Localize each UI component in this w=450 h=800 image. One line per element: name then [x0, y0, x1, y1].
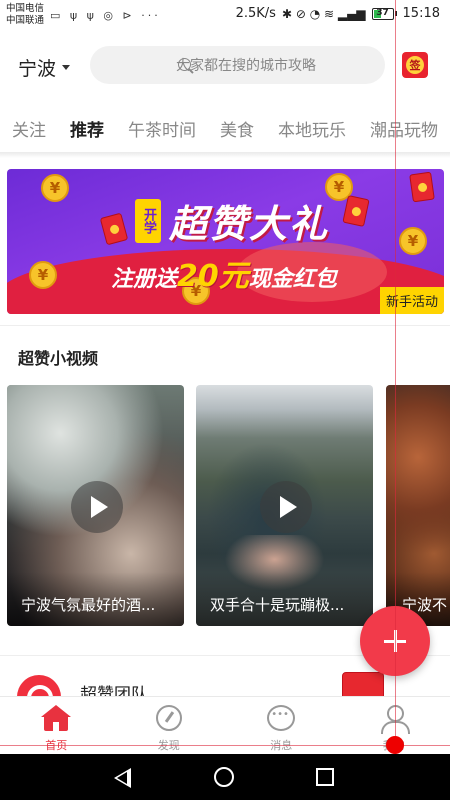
play-icon	[260, 481, 312, 533]
red-envelope-icon	[342, 195, 370, 227]
tab-afternoon-tea[interactable]: 午茶时间	[128, 104, 196, 152]
coin-icon: ¥	[41, 174, 69, 202]
banner-tag: 开学	[135, 199, 161, 243]
coin-icon: ¥	[399, 227, 427, 255]
top-bar: 宁波 大家都在搜的城市攻略 签	[0, 40, 450, 92]
search-icon	[178, 58, 191, 71]
home-icon	[41, 705, 72, 733]
section-title: 超赞小视频	[18, 349, 99, 368]
search-bar[interactable]: 大家都在搜的城市攻略	[90, 46, 385, 84]
carrier-2: 中国联通	[6, 15, 45, 26]
app-screen: 中国电信 中国联通 ▭ ψ ψ ◎ ⊳ ··· 2.5K/s ✱ ⊘ ◔ ≋ ▂…	[0, 0, 450, 800]
video-card[interactable]: 双手合十是玩蹦极...	[196, 385, 373, 626]
notification-icons: ▭ ψ ψ ◎ ⊳ ···	[50, 9, 161, 22]
carrier-info: 中国电信 中国联通	[6, 3, 44, 27]
sign-in-button[interactable]: 签	[402, 52, 428, 78]
coin-icon: ¥	[29, 261, 57, 289]
system-nav-bar	[0, 754, 450, 800]
play-icon	[71, 481, 123, 533]
system-icons: ✱ ⊘ ◔ ≋ ▂▄▆	[281, 6, 366, 21]
novice-badge: 新手活动	[379, 287, 444, 314]
banner-subtitle-suffix: 现金红包	[248, 267, 337, 292]
video-card[interactable]: 宁波气氛最好的酒...	[7, 385, 184, 626]
tab-food[interactable]: 美食	[220, 104, 254, 152]
banner-subtitle: 注册送20元现金红包	[111, 251, 337, 295]
category-tabs: 关注 推荐 午茶时间 美食 本地玩乐 潮品玩物	[0, 104, 450, 152]
city-name: 宁波	[18, 58, 57, 80]
touch-guide-horizontal	[0, 745, 450, 746]
compass-icon	[154, 705, 184, 733]
carrier-1: 中国电信	[6, 3, 45, 14]
banner-amount: 20元	[177, 259, 249, 294]
network-speed: 2.5K/s	[235, 6, 276, 21]
battery-level: 37	[376, 7, 389, 18]
promo-banner[interactable]: ¥ ¥ ¥ ¥ ¥ 开学 超赞大礼 注册送20元现金红包 新手活动	[7, 169, 444, 314]
search-placeholder: 大家都在搜的城市攻略	[176, 58, 316, 74]
tab-trendy[interactable]: 潮品玩物	[370, 104, 438, 152]
status-bar: 中国电信 中国联通 ▭ ψ ψ ◎ ⊳ ··· 2.5K/s ✱ ⊘ ◔ ≋ ▂…	[0, 0, 450, 32]
clock: 15:18	[402, 6, 440, 21]
battery-icon: 37	[371, 7, 397, 20]
home-circle-icon[interactable]	[214, 767, 234, 787]
back-icon[interactable]	[114, 768, 131, 788]
recent-apps-icon[interactable]	[316, 768, 334, 786]
tab-recommended[interactable]: 推荐	[70, 104, 104, 152]
touch-point	[386, 736, 404, 754]
status-right: 2.5K/s ✱ ⊘ ◔ ≋ ▂▄▆ 37 15:18	[236, 6, 440, 21]
user-icon	[379, 705, 410, 734]
caret-down-icon	[62, 65, 71, 70]
message-icon	[266, 705, 296, 733]
red-envelope-icon	[409, 171, 435, 203]
tab-local-fun[interactable]: 本地玩乐	[278, 104, 346, 152]
video-caption: 宁波气氛最好的酒...	[7, 572, 184, 626]
banner-title: 超赞大礼	[169, 202, 330, 246]
red-envelope-icon	[99, 212, 129, 246]
sign-in-label: 签	[406, 56, 424, 74]
touch-guide-vertical	[395, 0, 396, 754]
banner-subtitle-prefix: 注册送	[111, 267, 178, 292]
video-caption: 双手合十是玩蹦极...	[196, 572, 373, 626]
city-selector[interactable]: 宁波	[18, 54, 71, 81]
divider	[0, 325, 450, 326]
tab-follow[interactable]: 关注	[12, 104, 46, 152]
tab-shadow	[0, 152, 450, 158]
